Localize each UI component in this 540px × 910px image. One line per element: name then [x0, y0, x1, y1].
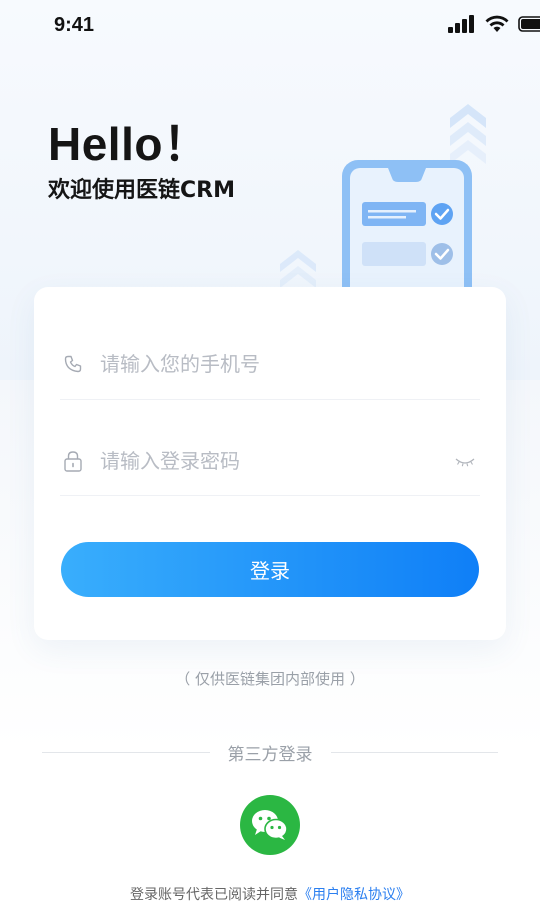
- battery-icon: [518, 16, 540, 32]
- agreement-text: 登录账号代表已阅读并同意《用户隐私协议》: [0, 884, 540, 904]
- phone-input[interactable]: [100, 351, 480, 376]
- status-bar: 9:41: [0, 0, 540, 52]
- phone-field: [60, 328, 480, 400]
- wifi-icon: [485, 15, 509, 32]
- status-icons: [448, 15, 540, 33]
- internal-use-note: （ 仅供医链集团内部使用 ）: [175, 670, 365, 688]
- cellular-signal-icon: [448, 15, 474, 33]
- agreement-prefix: 登录账号代表已阅读并同意: [130, 887, 298, 903]
- divider-left: [42, 751, 210, 753]
- phone-illustration: [280, 104, 486, 298]
- privacy-agreement-link[interactable]: 《用户隐私协议》: [298, 887, 410, 903]
- small-chevrons-decoration-icon: [280, 250, 316, 288]
- status-time: 9:41: [54, 14, 95, 36]
- password-input[interactable]: [100, 448, 480, 473]
- login-card: 登录: [34, 287, 506, 640]
- third-party-label: 第三方登录: [227, 744, 313, 765]
- third-party-divider: 第三方登录: [42, 740, 498, 765]
- password-field: [60, 426, 480, 496]
- hero-subtitle: 欢迎使用医链CRM: [48, 178, 235, 203]
- divider-right: [330, 751, 498, 753]
- hero-title: Hello！: [48, 118, 210, 170]
- login-button[interactable]: 登录: [61, 542, 479, 597]
- eye-closed-icon[interactable]: [454, 454, 476, 468]
- chevrons-decoration-icon: [450, 104, 486, 164]
- phone-icon: [62, 353, 84, 375]
- lock-icon: [62, 450, 84, 472]
- wechat-icon: [252, 810, 288, 840]
- wechat-login-button[interactable]: [240, 795, 300, 855]
